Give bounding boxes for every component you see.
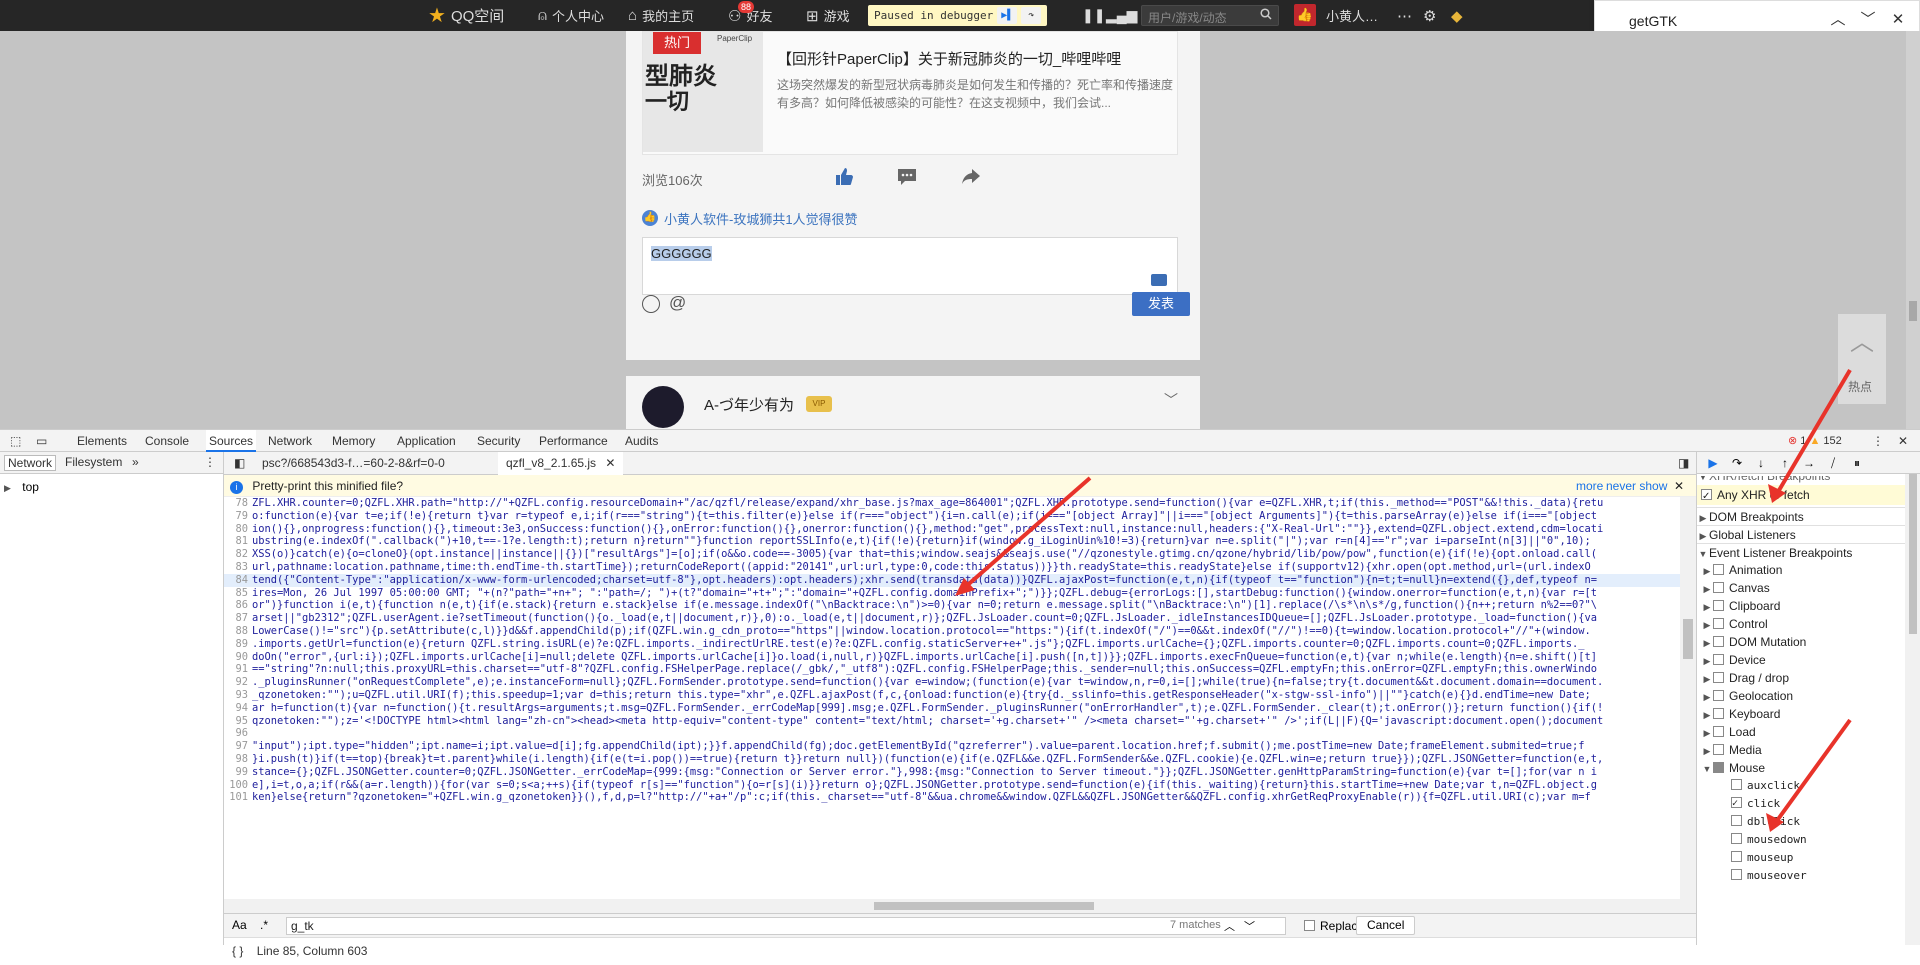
arrow-to-click bbox=[1774, 718, 1852, 824]
annotation-arrows bbox=[955, 368, 1852, 832]
arrow-to-any-xhr bbox=[1776, 368, 1852, 494]
curly-braces-icon[interactable]: { } bbox=[232, 944, 243, 958]
arrow-to-xhr-send bbox=[961, 476, 1092, 591]
cursor-position: Line 85, Column 603 bbox=[256, 944, 368, 958]
